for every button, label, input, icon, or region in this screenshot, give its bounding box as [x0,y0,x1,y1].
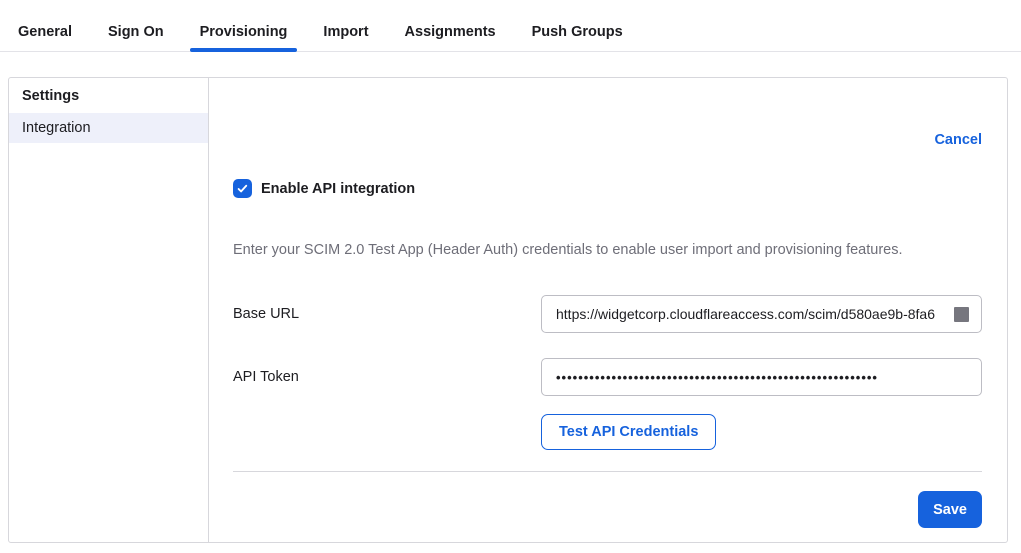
base-url-label: Base URL [233,306,541,322]
enable-api-integration-label: Enable API integration [261,181,415,197]
checkmark-icon [236,182,249,195]
api-token-input-wrap [541,358,982,396]
test-api-credentials-button[interactable]: Test API Credentials [541,414,716,450]
settings-sidebar: Settings Integration [9,78,209,542]
tab-assignments[interactable]: Assignments [395,0,506,51]
save-button[interactable]: Save [918,491,982,528]
base-url-input-wrap [541,295,982,333]
integration-settings-form: Cancel Enable API integration Enter your… [209,78,1007,542]
tab-push-groups[interactable]: Push Groups [522,0,633,51]
api-token-input[interactable] [541,358,982,396]
tab-general[interactable]: General [8,0,82,51]
provisioning-panel: Settings Integration Cancel Enable API i… [8,77,1008,543]
enable-api-integration-row: Enable API integration [233,179,982,198]
sidebar-item-integration[interactable]: Integration [9,113,208,143]
api-token-row: API Token [233,358,982,396]
base-url-row: Base URL [233,295,982,333]
sidebar-header-settings: Settings [9,78,208,113]
save-row: Save [233,491,982,528]
cancel-row: Cancel [233,132,982,148]
base-url-input[interactable] [541,295,982,333]
footer-divider [233,471,982,472]
api-token-label: API Token [233,369,541,385]
test-credentials-row: Test API Credentials [233,414,982,450]
credentials-description: Enter your SCIM 2.0 Test App (Header Aut… [233,242,982,258]
text-selection-artifact [954,307,969,322]
tab-sign-on[interactable]: Sign On [98,0,174,51]
app-tab-bar: General Sign On Provisioning Import Assi… [0,0,1021,52]
enable-api-integration-checkbox[interactable] [233,179,252,198]
cancel-button[interactable]: Cancel [934,132,982,148]
tab-provisioning[interactable]: Provisioning [190,0,298,51]
tab-import[interactable]: Import [313,0,378,51]
